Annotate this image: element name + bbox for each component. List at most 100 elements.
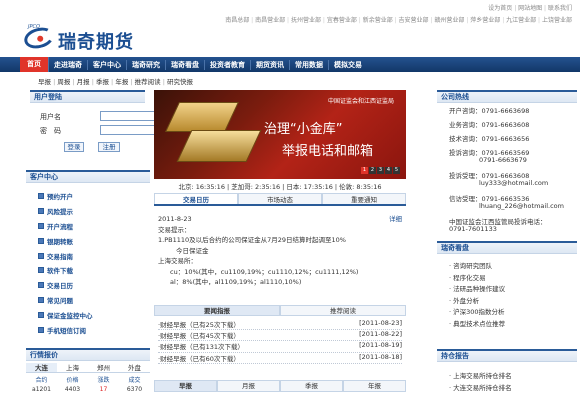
branch-link[interactable]: 赣州营业部 bbox=[429, 17, 465, 24]
cs-item-monitor[interactable]: 保证金监控中心 bbox=[38, 307, 93, 322]
gold-bar-image bbox=[165, 102, 239, 132]
cs-item-calendar[interactable]: 交易日历 bbox=[38, 278, 93, 293]
cs-item-process[interactable]: 开户流程 bbox=[38, 219, 93, 234]
notice-line: cu：10%(其中，cu1109,19%；cu1110,12%；cu1111,1… bbox=[170, 267, 359, 276]
banner-page-button[interactable]: 1 bbox=[361, 167, 368, 174]
top-link-home[interactable]: 设为首页 bbox=[488, 5, 512, 12]
investor-item[interactable]: 外盘分析 bbox=[449, 295, 505, 307]
hotline-item: 开户咨询：0791-6663698 bbox=[449, 107, 530, 115]
register-button[interactable]: 注册 bbox=[98, 142, 120, 152]
cs-item-download[interactable]: 软件下载 bbox=[38, 263, 93, 278]
customer-center-title: 客户中心 bbox=[26, 170, 150, 183]
cs-item-guide[interactable]: 交易指南 bbox=[38, 248, 93, 263]
subnav-item[interactable]: 月报 bbox=[70, 78, 89, 86]
bullet-icon bbox=[38, 193, 44, 200]
nav-data[interactable]: 常用数据 bbox=[290, 59, 329, 70]
quote-tab-shanghai[interactable]: 上海 bbox=[57, 363, 88, 373]
banner-page-button[interactable]: 5 bbox=[393, 167, 400, 174]
nav-education[interactable]: 投资者教育 bbox=[205, 59, 251, 70]
quote-tab-foreign[interactable]: 外盘 bbox=[119, 363, 150, 373]
bullet-icon bbox=[38, 282, 44, 289]
banner-page-button[interactable]: 3 bbox=[377, 167, 384, 174]
cs-item-faq[interactable]: 常见问题 bbox=[38, 293, 93, 308]
main-nav: 首页 走进瑞奇 客户中心 瑞奇研究 瑞奇看盘 投资者教育 期货资讯 常用数据 模… bbox=[0, 57, 580, 72]
nav-home[interactable]: 首页 bbox=[20, 57, 49, 72]
news-item[interactable]: ·财经早报（已有131次下载） [2011-08-19] bbox=[158, 341, 402, 353]
tab-notices[interactable]: 重要通知 bbox=[322, 193, 406, 204]
subnav-item[interactable]: 研究快报 bbox=[161, 78, 193, 86]
company-logo[interactable]: JPCO 瑞奇期货 bbox=[21, 24, 144, 54]
hotline-title: 公司热线 bbox=[437, 90, 577, 103]
notice-date: 2011-8-23 bbox=[158, 215, 192, 223]
branch-link[interactable]: 吉安营业部 bbox=[393, 17, 429, 24]
news-item[interactable]: ·财经早报（已有60次下载） [2011-08-18] bbox=[158, 353, 402, 364]
top-link-contact[interactable]: 联系我们 bbox=[542, 5, 572, 12]
report-tabs: 早报 月报 季报 年报 bbox=[154, 380, 406, 392]
quote-columns: 合约 价格 涨跌 成交 bbox=[35, 377, 141, 384]
investor-item[interactable]: 沪深300指数分析 bbox=[449, 306, 505, 318]
subnav-item[interactable]: 年报 bbox=[109, 78, 128, 86]
branch-links: 南昌总部南昌营业部抚州营业部宜春营业部新余营业部吉安营业部赣州营业部萍乡营业部九… bbox=[225, 15, 572, 24]
tab-recommended[interactable]: 推荐阅读 bbox=[280, 305, 406, 315]
hotline-email[interactable]: lhuang_226@hotmail.com bbox=[479, 202, 564, 210]
password-input[interactable] bbox=[100, 125, 162, 135]
nav-research[interactable]: 瑞奇研究 bbox=[127, 59, 166, 70]
investor-item[interactable]: 典型技术点位推荐 bbox=[449, 318, 505, 330]
top-links: 设为首页网站地图联系我们 bbox=[488, 3, 572, 12]
branch-link[interactable]: 宜春营业部 bbox=[321, 17, 357, 24]
quote-tab-zhengzhou[interactable]: 郑州 bbox=[88, 363, 119, 373]
cs-item-transfer[interactable]: 银期转账 bbox=[38, 233, 93, 248]
exchange-item[interactable]: 大连交易所持仓排名 bbox=[449, 382, 512, 394]
password-label: 密 码 bbox=[40, 127, 61, 135]
banner-page-button[interactable]: 2 bbox=[369, 167, 376, 174]
investor-item[interactable]: 程序化交易 bbox=[449, 272, 505, 284]
username-input[interactable] bbox=[100, 111, 162, 121]
exchange-list: 上海交易所持仓排名 大连交易所持仓排名 bbox=[449, 370, 512, 393]
subnav-item[interactable]: 早报 bbox=[38, 78, 51, 86]
quote-tab-dalian[interactable]: 大连 bbox=[26, 363, 57, 373]
tab-news-brief[interactable]: 要闻指报 bbox=[154, 305, 280, 315]
tab-trading-calendar[interactable]: 交易日历 bbox=[154, 193, 238, 204]
branch-link[interactable]: 抚州营业部 bbox=[285, 17, 321, 24]
nav-customer[interactable]: 客户中心 bbox=[88, 59, 127, 70]
nav-market[interactable]: 瑞奇看盘 bbox=[166, 59, 205, 70]
subnav-item[interactable]: 周报 bbox=[51, 78, 70, 86]
sub-nav: 早报周报月报季报年报推荐阅读研究快报 bbox=[38, 76, 193, 86]
investor-item[interactable]: 咨询研究团队 bbox=[449, 260, 505, 272]
news-item[interactable]: ·财经早报（已有45次下载） [2011-08-22] bbox=[158, 330, 402, 342]
banner[interactable]: 中国证监会和江西证监局 治理“小金库” 举报电话和邮箱 1 2 3 4 5 bbox=[154, 90, 406, 179]
exchange-item[interactable]: 上海交易所持仓排名 bbox=[449, 370, 512, 382]
tab-yearly[interactable]: 年报 bbox=[343, 380, 406, 392]
branch-link[interactable]: 南昌营业部 bbox=[249, 17, 285, 24]
cs-item-sms[interactable]: 手机短信订阅 bbox=[38, 322, 93, 337]
branch-link[interactable]: 新余营业部 bbox=[357, 17, 393, 24]
cs-item-risk[interactable]: 风险提示 bbox=[38, 204, 93, 219]
hotline-email[interactable]: luy333@hotmail.com bbox=[479, 179, 548, 187]
subnav-item[interactable]: 推荐阅读 bbox=[128, 78, 160, 86]
banner-page-button[interactable]: 4 bbox=[385, 167, 392, 174]
branch-link[interactable]: 九江营业部 bbox=[500, 17, 536, 24]
tab-quarterly[interactable]: 季报 bbox=[280, 380, 343, 392]
tab-monthly[interactable]: 月报 bbox=[217, 380, 280, 392]
investor-item[interactable]: 法研品种操作建议 bbox=[449, 283, 505, 295]
news-item[interactable]: ·财经早报（已有25次下载） [2011-08-23] bbox=[158, 319, 402, 331]
nav-simulation[interactable]: 模拟交易 bbox=[329, 60, 367, 70]
tab-morning[interactable]: 早报 bbox=[154, 380, 217, 392]
nav-news[interactable]: 期货资讯 bbox=[251, 59, 290, 70]
hotline-item: 0791-7601133 bbox=[449, 225, 497, 233]
notice-line: 1.PB1110及以后合约的公司保证金从7月29日结算时起调至10% bbox=[158, 236, 346, 244]
branch-link[interactable]: 萍乡营业部 bbox=[464, 17, 500, 24]
notice-detail-link[interactable]: 详细 bbox=[389, 214, 402, 225]
banner-top-text: 中国证监会和江西证监局 bbox=[327, 98, 394, 105]
cs-item-open-account[interactable]: 预约开户 bbox=[38, 189, 93, 204]
quote-row[interactable]: a1201 4403 17 6370 bbox=[26, 386, 150, 393]
top-link-sitemap[interactable]: 网站地图 bbox=[512, 5, 542, 12]
tab-market-news[interactable]: 市场动态 bbox=[238, 193, 322, 204]
bullet-icon bbox=[38, 296, 44, 303]
branch-link[interactable]: 上饶营业部 bbox=[536, 17, 572, 24]
nav-about[interactable]: 走进瑞奇 bbox=[49, 59, 88, 70]
branch-link[interactable]: 南昌总部 bbox=[225, 17, 249, 24]
login-button[interactable]: 登录 bbox=[64, 142, 84, 152]
subnav-item[interactable]: 季报 bbox=[90, 78, 109, 86]
news-tabs: 要闻指报 推荐阅读 bbox=[154, 305, 406, 316]
